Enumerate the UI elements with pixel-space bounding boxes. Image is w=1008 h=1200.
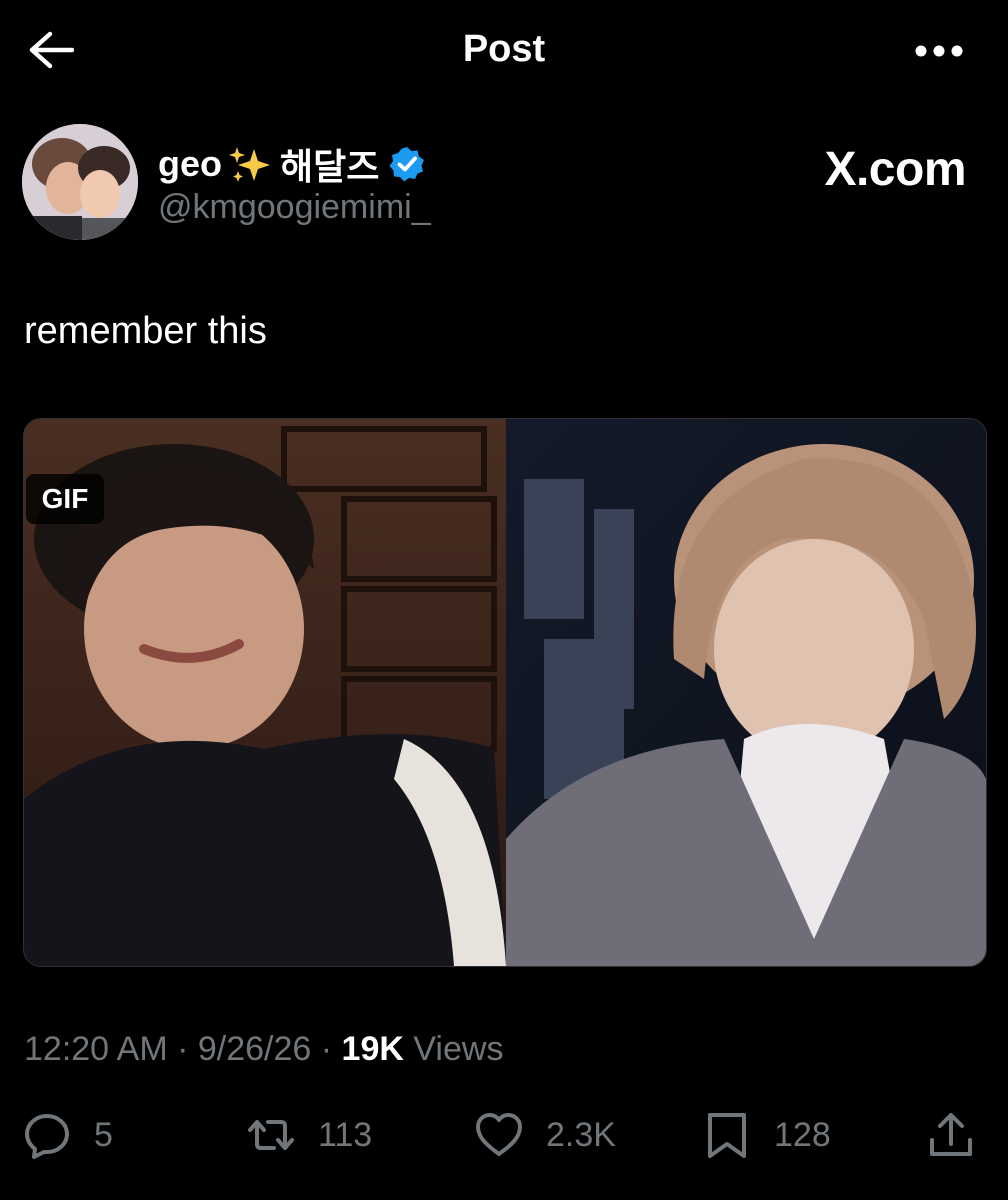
post-date[interactable]: 9/26/26: [198, 1030, 311, 1068]
repost-count: 113: [318, 1115, 373, 1154]
post-time[interactable]: 12:20 AM: [24, 1030, 168, 1068]
meta-separator: ·: [311, 1030, 342, 1068]
bookmark-button[interactable]: 128: [702, 1110, 831, 1160]
more-icon[interactable]: [914, 44, 964, 58]
avatar[interactable]: [22, 124, 138, 240]
views-count: 19K: [341, 1030, 404, 1068]
watermark: X.com: [824, 143, 966, 196]
like-count: 2.3K: [546, 1115, 616, 1154]
page-title: Post: [462, 28, 546, 70]
sparkles-icon: [229, 147, 271, 182]
views-label: Views: [403, 1030, 504, 1068]
reply-button[interactable]: 5: [22, 1110, 113, 1160]
author-name-row[interactable]: geo 해달즈: [158, 138, 425, 190]
like-icon: [476, 1113, 522, 1156]
share-button[interactable]: [926, 1110, 976, 1160]
post-media-gif[interactable]: [23, 418, 987, 967]
gif-badge: GIF: [26, 474, 104, 524]
reply-icon: [25, 1114, 69, 1159]
bookmark-count: 128: [774, 1115, 831, 1154]
action-bar: 5 113 2.3K 128: [0, 1110, 1008, 1170]
repost-icon: [248, 1120, 294, 1150]
post-meta: 12:20 AM · 9/26/26 · 19K Views: [24, 1030, 503, 1069]
like-button[interactable]: 2.3K: [474, 1110, 616, 1160]
author-handle[interactable]: @kmgoogiemimi_: [158, 188, 431, 227]
reply-count: 5: [94, 1115, 113, 1154]
repost-button[interactable]: 113: [246, 1110, 372, 1160]
author-name-suffix[interactable]: 해달즈: [280, 138, 379, 190]
verified-badge-icon: [389, 147, 425, 182]
author-display-name[interactable]: geo: [158, 143, 222, 185]
bookmark-icon: [708, 1113, 746, 1158]
share-icon: [930, 1113, 972, 1156]
top-bar: Post: [0, 0, 1008, 100]
meta-separator: ·: [167, 1030, 198, 1068]
post-text: remember this: [24, 310, 267, 352]
